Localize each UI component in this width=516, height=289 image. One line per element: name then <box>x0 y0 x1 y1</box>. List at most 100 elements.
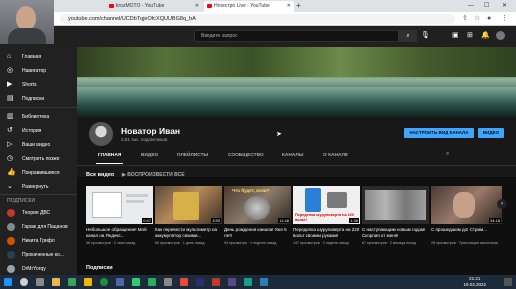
minimize-icon[interactable]: — <box>468 1 474 11</box>
close-icon[interactable]: ✕ <box>195 1 199 12</box>
app-icon[interactable] <box>116 278 124 286</box>
sidebar-subscription[interactable]: DrMrYorqy <box>0 262 77 276</box>
avatar[interactable] <box>496 31 505 40</box>
browser-menu-icon[interactable]: ⋮ <box>501 14 508 24</box>
app-icon[interactable] <box>84 278 92 286</box>
channel-avatar <box>7 237 15 245</box>
customize-channel-button[interactable]: НАСТРОИТЬ ВИД КАНАЛА <box>404 128 474 138</box>
youtube-favicon-icon <box>207 4 212 8</box>
app-icon[interactable] <box>244 278 252 286</box>
channel-avatar[interactable] <box>89 122 113 146</box>
sidebar-item-label: Смотреть позже <box>22 156 60 162</box>
video-thumbnail[interactable]: 3:59 <box>155 186 222 224</box>
sidebar-item-your-videos[interactable]: ▷ Ваши видео <box>0 138 77 152</box>
profile-icon[interactable]: ● <box>487 14 491 24</box>
close-icon[interactable]: ✕ <box>287 1 291 12</box>
sidebar-item-label: Теория ДВС <box>22 210 51 216</box>
browser-toolbar: ← youtube.com/channel/UCDbTqjeOfcXQUUBG8… <box>0 12 516 26</box>
video-title[interactable]: День рождения канала! Уже 5 лет! <box>224 227 291 239</box>
tab-channels[interactable]: КАНАЛЫ <box>282 153 303 158</box>
sidebar-item-expand[interactable]: ⌄ Развернуть <box>0 180 77 194</box>
window-close-icon[interactable]: ✕ <box>502 1 507 11</box>
mouse-cursor-icon: ➤ <box>276 131 282 138</box>
sidebar-item-shorts[interactable]: ▶ Shorts <box>0 78 77 92</box>
sidebar-item-liked[interactable]: 👍 Понравившиеся <box>0 166 77 180</box>
channel-avatar <box>7 223 15 231</box>
screen: uTube krozMOTO - YouTube ✕ Hroeстрo Live… <box>0 0 516 289</box>
sidebar-item-label: Навигатор <box>22 68 47 74</box>
app-icon[interactable] <box>260 278 268 286</box>
video-title[interactable]: Переделка шуруповерта на 220 вольт своим… <box>293 227 360 239</box>
sidebar-subscription[interactable]: Прокаченные ко... <box>0 248 77 262</box>
carousel-next-button[interactable]: › <box>497 199 507 209</box>
chevron-down-icon: ⌄ <box>7 183 13 190</box>
search-button[interactable]: ⌕ <box>399 30 417 42</box>
video-duration: 0:47 <box>142 218 152 223</box>
app-icon[interactable] <box>148 278 156 286</box>
premiere-icon[interactable] <box>196 278 204 286</box>
video-duration: 3:59 <box>211 218 221 223</box>
app-icon[interactable] <box>132 278 140 286</box>
system-clock[interactable]: 21:21 19.03.2022 <box>463 276 486 287</box>
file-explorer-icon[interactable] <box>52 278 60 286</box>
app-icon[interactable] <box>212 278 220 286</box>
video-thumbnail[interactable]: Переделка шуруповерта на 220 вольт! 1:36 <box>293 186 360 224</box>
browser-tab[interactable]: krozMOTO - YouTube ✕ <box>106 1 202 12</box>
sidebar-item-home[interactable]: ⌂ Главная <box>0 50 77 64</box>
video-title[interactable]: Как перевести мультиметр на аккумулятор … <box>155 227 222 239</box>
video-icon: ▷ <box>7 141 13 148</box>
maximize-icon[interactable]: ☐ <box>484 1 489 11</box>
search-input[interactable]: Введите запрос <box>194 30 399 42</box>
create-video-icon[interactable]: ▣ <box>452 30 459 42</box>
sidebar-item-history[interactable]: ↺ История <box>0 124 77 138</box>
sidebar-item-watch-later[interactable]: ◷ Смотреть позже <box>0 152 77 166</box>
subscriptions-icon: ▤ <box>7 95 14 102</box>
sidebar-item-explore[interactable]: ◎ Навигатор <box>0 64 77 78</box>
os-taskbar: 21:21 19.03.2022 <box>0 275 516 289</box>
tab-home[interactable]: ГЛАВНАЯ <box>95 153 124 164</box>
app-icon[interactable] <box>68 278 76 286</box>
video-meta: 147 просмотров · 2 недели назад <box>293 241 349 245</box>
task-view-icon[interactable] <box>36 278 44 286</box>
sidebar-item-subscriptions[interactable]: ▤ Подписки <box>0 92 77 106</box>
tab-playlists[interactable]: ПЛЕЙЛИСТЫ <box>177 153 208 158</box>
share-icon[interactable]: ⇪ <box>462 14 468 24</box>
star-icon[interactable]: ☆ <box>474 14 480 24</box>
chrome-icon[interactable] <box>100 278 108 286</box>
sidebar-subscription[interactable]: Гараж для Пацанов <box>0 220 77 234</box>
sidebar-subscription[interactable]: Теория ДВС <box>0 206 77 220</box>
notifications-icon[interactable] <box>504 278 512 286</box>
video-thumbnail[interactable]: Что будет, если? 11:48 <box>224 186 291 224</box>
sidebar-subscription[interactable]: Никита Грифл <box>0 234 77 248</box>
manage-videos-button[interactable]: ВИДЕО <box>478 128 504 138</box>
bell-icon[interactable]: 🔔 <box>481 30 490 42</box>
tab-about[interactable]: О КАНАЛЕ <box>323 153 348 158</box>
app-icon[interactable] <box>180 278 188 286</box>
tab-videos[interactable]: ВИДЕО <box>141 153 158 158</box>
video-title[interactable]: С наступающим новым годом! Скорпия от ме… <box>362 227 429 239</box>
video-title[interactable]: Небольшое обращение! Мой канал на Яндекс… <box>86 227 153 239</box>
app-icon[interactable] <box>228 278 236 286</box>
sidebar-item-library[interactable]: ▥ Библиотека <box>0 110 77 124</box>
video-thumbnail[interactable]: 0:47 <box>86 186 153 224</box>
windows-start-icon[interactable] <box>4 278 12 286</box>
browser-tab-active[interactable]: Hroeстрo Live - YouTube ✕ <box>204 1 294 12</box>
video-title[interactable]: С прошедшим до! Стрим... <box>431 227 498 239</box>
sidebar-item-label: История <box>22 128 42 134</box>
video-meta: 67 просмотров · 2 месяца назад <box>362 241 416 245</box>
play-all-button[interactable]: ▶ ВОСПРОИЗВЕСТИ ВСЕ <box>122 172 185 178</box>
sidebar: ⌂ Главная ◎ Навигатор ▶ Shorts ▤ Подписк… <box>0 44 77 279</box>
mic-icon[interactable]: 🎙 <box>421 30 430 42</box>
apps-icon[interactable]: ⊞ <box>467 30 473 42</box>
app-icon[interactable] <box>164 278 172 286</box>
clock-icon: ◷ <box>7 155 14 162</box>
new-tab-plus-icon[interactable]: + <box>296 1 301 11</box>
channel-search-icon[interactable]: ⌕ <box>446 151 449 158</box>
address-bar[interactable]: youtube.com/channel/UCDbTqjeOfcXQUUBG8q_… <box>60 14 455 24</box>
sidebar-item-label: DrMrYorqy <box>22 266 46 272</box>
webcam-person-body <box>8 28 46 44</box>
video-thumbnail[interactable] <box>362 186 429 224</box>
video-thumbnail[interactable]: 34:18 <box>431 186 502 224</box>
search-taskbar-icon[interactable] <box>20 278 28 286</box>
tab-community[interactable]: СООБЩЕСТВО <box>228 153 264 158</box>
